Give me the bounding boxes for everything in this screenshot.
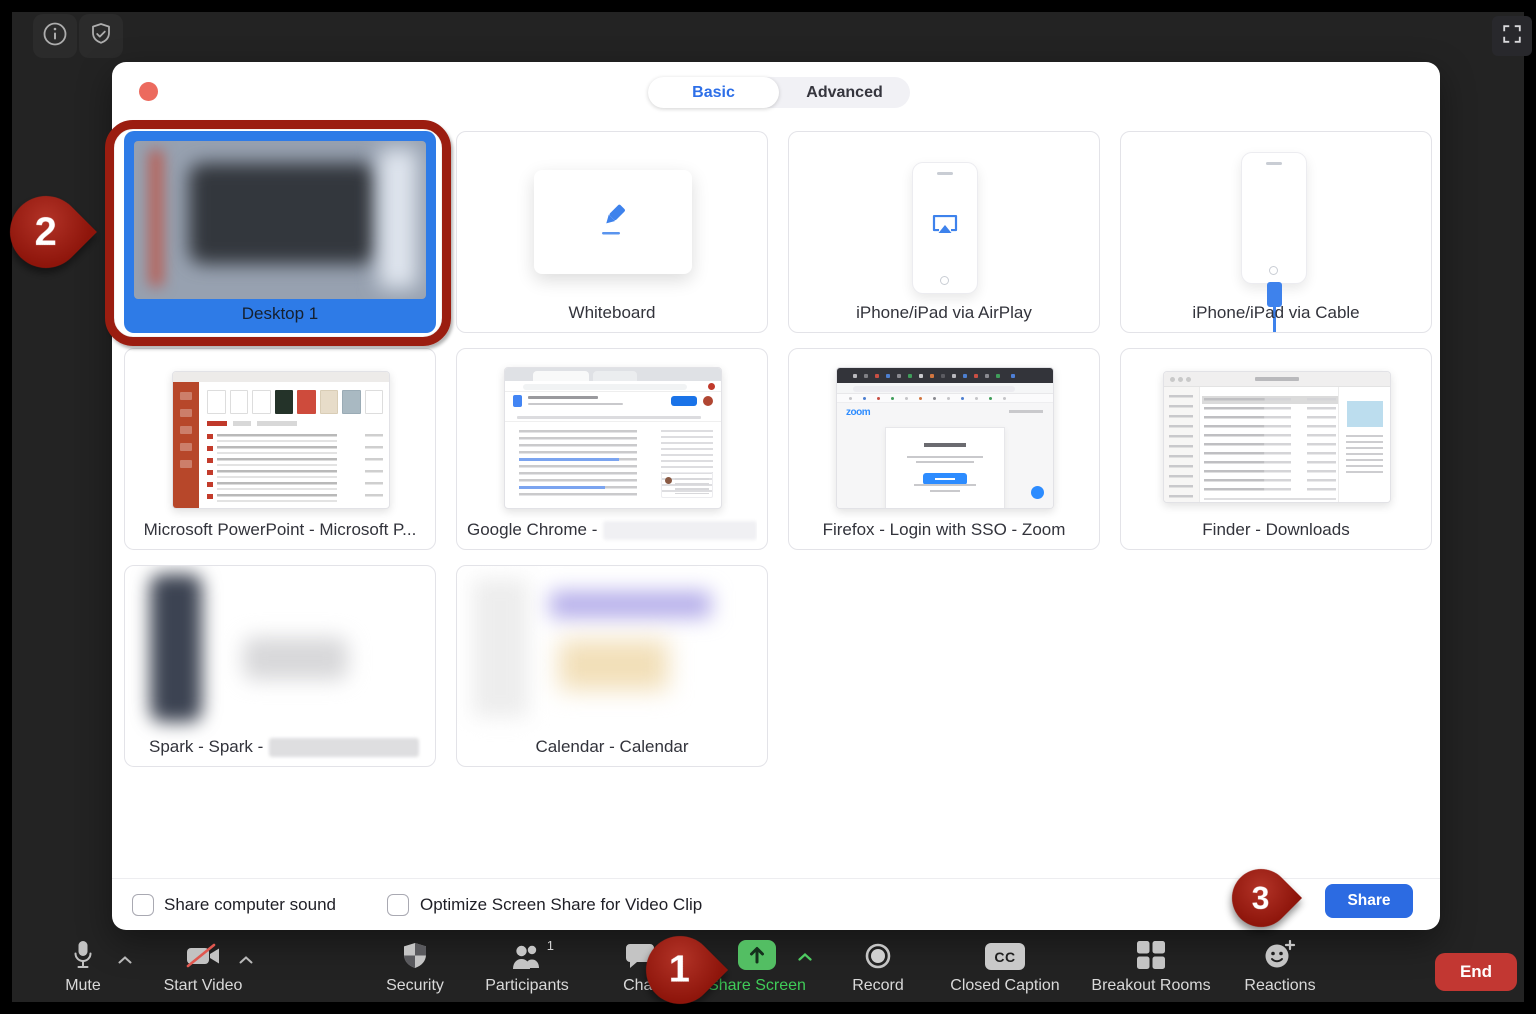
zoom-logo: zoom (846, 407, 871, 418)
chrome-thumbnail (504, 367, 722, 509)
mute-options-chevron[interactable] (118, 956, 132, 964)
toolbar-record-button[interactable]: Record (808, 940, 948, 995)
cc-icon: CC (985, 943, 1025, 970)
tab-advanced[interactable]: Advanced (779, 77, 910, 108)
microphone-icon (71, 940, 95, 970)
tile-iphone-cable[interactable]: iPhone/iPad via Cable (1120, 131, 1432, 333)
share-computer-sound-label: Share computer sound (164, 895, 336, 914)
tile-spark[interactable]: Spark - Spark - (124, 565, 436, 767)
tile-powerpoint[interactable]: Microsoft PowerPoint - Microsoft P... (124, 348, 436, 550)
tile-chrome[interactable]: Google Chrome - (456, 348, 768, 550)
spark-thumbnail (125, 566, 435, 734)
end-meeting-button[interactable]: End (1435, 953, 1517, 991)
tile-label: Finder - Downloads (1202, 520, 1350, 539)
participants-count-badge: 1 (546, 938, 554, 953)
finder-thumbnail (1163, 371, 1391, 503)
marker-pen-icon (595, 202, 631, 243)
video-options-chevron[interactable] (239, 956, 253, 964)
tile-label: iPhone/iPad via AirPlay (856, 303, 1032, 322)
meeting-info-button[interactable] (33, 14, 77, 58)
shield-check-icon (88, 21, 114, 52)
toolbar-reactions-button[interactable]: Reactions (1210, 940, 1350, 995)
optimize-video-clip-checkbox[interactable] (387, 894, 409, 916)
tile-iphone-airplay[interactable]: iPhone/iPad via AirPlay (788, 131, 1100, 333)
tile-calendar[interactable]: Calendar - Calendar (456, 565, 768, 767)
phone-outline (1241, 152, 1307, 284)
toolbar-mute-button[interactable]: Mute (13, 940, 153, 995)
tile-label: Whiteboard (568, 303, 656, 322)
tile-label: Firefox - Login with SSO - Zoom (822, 520, 1066, 539)
tile-label: Calendar - Calendar (535, 737, 689, 756)
calendar-thumbnail (457, 566, 767, 734)
camera-off-icon (185, 940, 221, 970)
tile-label: Spark - Spark - (135, 734, 425, 760)
fullscreen-icon (1501, 23, 1523, 50)
security-shield-icon (402, 940, 428, 970)
participants-icon: 1 (511, 938, 554, 970)
zoom-meeting-window: Basic Advanced Desktop 1 Whiteboard iPho… (0, 0, 1536, 1014)
redacted-text (269, 737, 420, 757)
firefox-thumbnail: zoom (836, 367, 1054, 509)
tile-label: Microsoft PowerPoint - Microsoft P... (143, 520, 417, 539)
redacted-text (603, 520, 757, 540)
share-button[interactable]: Share (1325, 884, 1413, 918)
optimize-video-clip-label: Optimize Screen Share for Video Clip (420, 895, 703, 914)
annotation-ring-desktop-tile (105, 120, 451, 346)
tile-label: iPhone/iPad via Cable (1192, 303, 1360, 322)
phone-outline (912, 162, 978, 294)
tile-whiteboard[interactable]: Whiteboard (456, 131, 768, 333)
share-screen-icon (738, 940, 776, 970)
whiteboard-card (534, 170, 692, 274)
tile-firefox[interactable]: zoom Firefox - Login with SSO - Zoom (788, 348, 1100, 550)
airplay-icon (930, 212, 960, 241)
toolbar-start-video-button[interactable]: Start Video (133, 940, 273, 995)
reactions-smiley-icon (1264, 940, 1296, 970)
info-icon (42, 21, 68, 52)
record-icon (864, 940, 892, 970)
tile-label: Google Chrome - (467, 517, 757, 543)
share-mode-tabs: Basic Advanced (648, 77, 910, 108)
close-dialog-button[interactable] (139, 82, 158, 101)
toolbar-closed-caption-button[interactable]: CC Closed Caption (935, 940, 1075, 995)
tab-basic[interactable]: Basic (648, 77, 779, 108)
powerpoint-thumbnail (172, 371, 390, 509)
share-computer-sound-checkbox[interactable] (132, 894, 154, 916)
breakout-rooms-icon (1136, 940, 1166, 970)
tile-finder[interactable]: Finder - Downloads (1120, 348, 1432, 550)
fullscreen-button[interactable] (1492, 16, 1532, 56)
encryption-status-button[interactable] (79, 14, 123, 58)
toolbar-breakout-rooms-button[interactable]: Breakout Rooms (1081, 940, 1221, 995)
